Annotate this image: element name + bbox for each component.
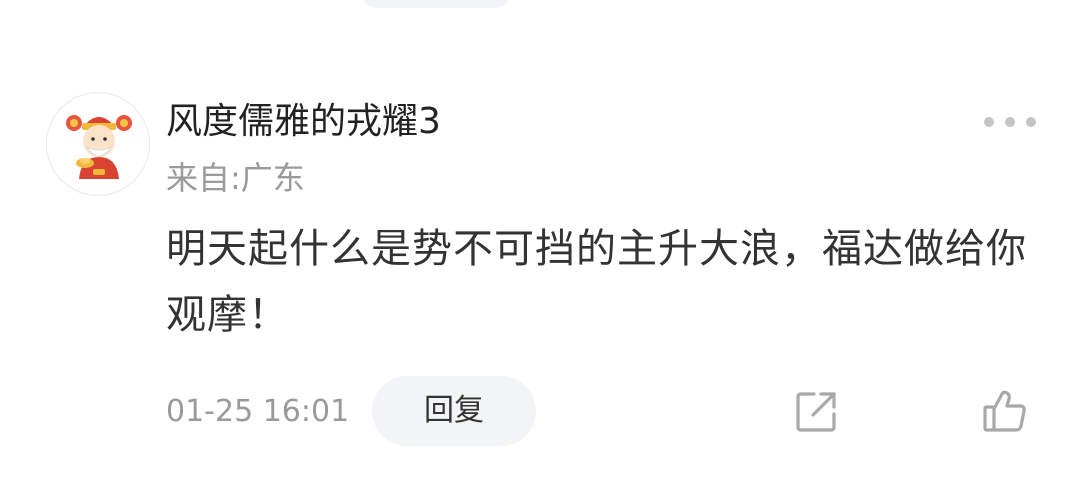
- location-label: 来自:广东: [166, 159, 305, 197]
- dot: [984, 117, 994, 127]
- username[interactable]: 风度儒雅的戎耀3: [166, 98, 441, 146]
- dot: [1026, 117, 1036, 127]
- thumbs-up-icon[interactable]: [982, 388, 1028, 434]
- comment-timestamp: 01-25 16:01: [166, 394, 350, 429]
- reply-button[interactable]: 回复: [372, 376, 536, 446]
- god-of-wealth-avatar-icon: [66, 115, 132, 179]
- more-dots-icon[interactable]: [984, 108, 1036, 136]
- share-icon[interactable]: [794, 390, 838, 434]
- avatar[interactable]: [46, 92, 150, 196]
- dot: [1005, 117, 1015, 127]
- comment-text: 明天起什么是势不可挡的主升大浪，福达做给你观摩！: [166, 226, 1027, 338]
- previous-item-button[interactable]: [362, 0, 510, 8]
